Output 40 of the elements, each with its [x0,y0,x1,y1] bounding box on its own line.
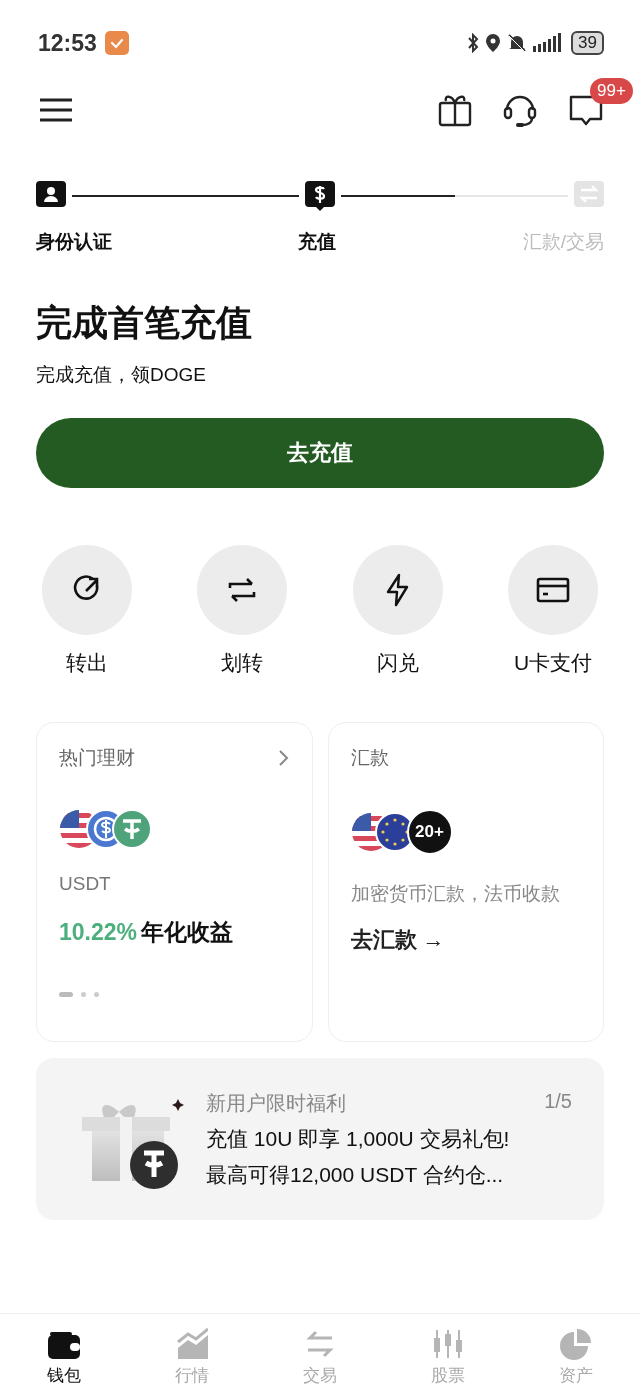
yield-rate: 10.22% [59,919,137,946]
promo-text: 充值 10U 即享 1,000U 交易礼包! [206,1125,511,1152]
candlestick-icon [432,1327,464,1360]
currency-count-badge: 20+ [406,809,453,855]
card-description: 加密货币汇款，法币收款 [350,882,561,906]
muted-bell-icon [507,33,528,53]
action-label[interactable]: 划转 [221,649,264,677]
chevron-right-icon[interactable] [277,749,290,767]
task-subtitle: 完成充值，领DOGE [35,363,207,387]
chart-icon [176,1327,208,1360]
yield-label: 年化收益 [141,918,233,947]
card-title: 热门理财 [59,746,135,770]
gift-icon[interactable] [438,93,472,127]
promo-banner[interactable]: 新用户限时福利 1/5 充值 10U 即享 1,000U 交易礼包! 最高可得12,000 USDT 合约仓... [36,1058,604,1220]
action-label[interactable]: 闪兑 [376,649,419,677]
battery-level: 39 [571,31,604,55]
step-label: 身份认证 [36,230,112,254]
deposit-button[interactable]: 去充值 [36,418,604,488]
pie-chart-icon [560,1327,592,1360]
app-notification-icon [104,31,129,55]
task-title: 完成首笔充值 [35,301,253,345]
earn-card[interactable]: 热门理财 USDT 10.22% 年化收益 [36,722,313,1042]
card-title: 汇款 [350,746,389,770]
action-label[interactable]: 转出 [66,649,108,677]
promo-title: 新用户限时福利 [206,1090,346,1116]
remit-link[interactable]: 去汇款 → [350,925,581,955]
step-label: 充值 [298,230,337,254]
promo-text: 最高可得12,000 USDT 合约仓... [206,1161,505,1188]
coin-stack-icon [59,809,153,849]
step-label: 汇款/交易 [522,230,604,254]
bluetooth-icon [467,33,480,53]
asset-name: USDT [59,873,112,895]
action-label[interactable]: U卡支付 [513,649,593,677]
notification-badge: 99+ [590,78,633,104]
remittance-card[interactable]: 汇款 20+ 加密货币汇款，法币收款 去汇款 → [327,722,604,1042]
page-counter: 1/5 [544,1089,572,1114]
menu-icon[interactable] [40,98,72,122]
nav-tab[interactable]: 钱包 [24,1327,104,1387]
location-icon [485,33,502,53]
clock-time: 12:53 [38,29,97,57]
